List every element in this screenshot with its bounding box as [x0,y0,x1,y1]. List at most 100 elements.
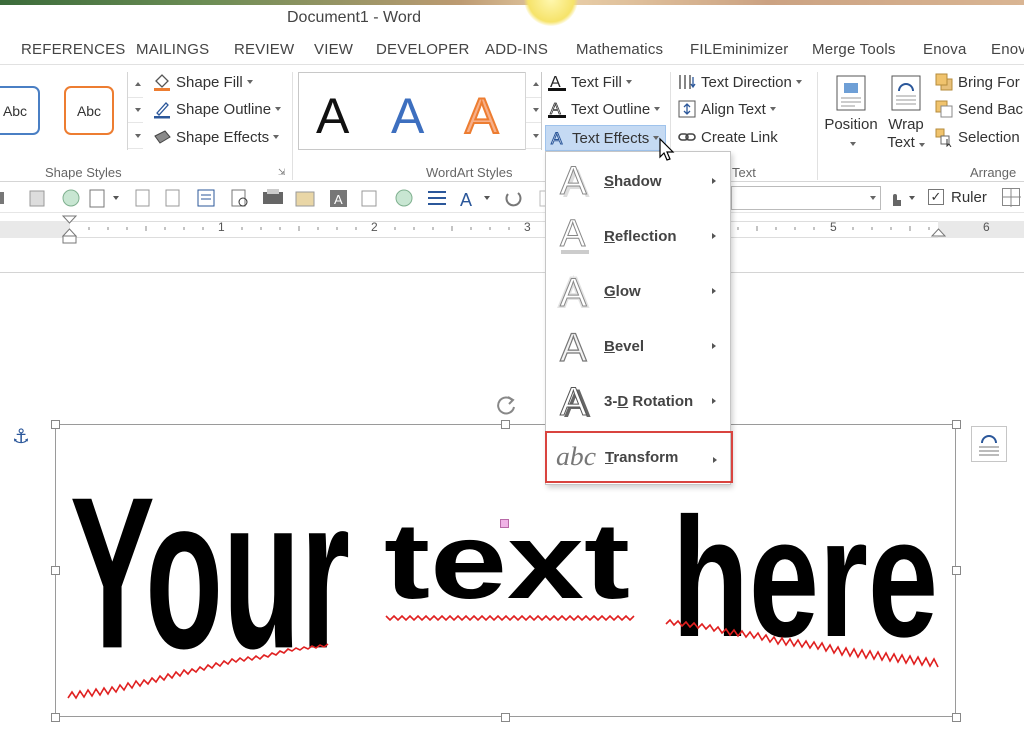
wordart-text-art: Your text here [67,453,939,700]
quick-tool-icon[interactable] [231,189,248,207]
wrap-text-button[interactable]: Wrap Text [882,72,930,158]
tab-mailings[interactable]: MAILINGS [136,41,209,58]
quick-tool-icon[interactable] [89,189,119,208]
scroll-up-icon[interactable] [526,72,541,98]
shape-fill-label: Shape Fill [176,73,243,91]
svg-text:A: A [560,214,586,255]
tab-enov-truncated[interactable]: Enov [991,41,1024,58]
shape-effects-button[interactable]: Shape Effects [152,126,280,148]
wrap-text-label-line1: Wrap [888,116,924,133]
menu-item-3d-rotation[interactable]: AA 3-D Rotation [546,374,730,428]
gallery-more-icon[interactable] [526,123,541,150]
svg-text:A: A [560,159,587,203]
ruler-checkbox[interactable]: ✓ [928,189,944,205]
chevron-down-icon[interactable] [870,196,876,200]
tab-merge-tools[interactable]: Merge Tools [812,41,896,58]
wordart-word-text: text [384,500,630,621]
tab-mathematics[interactable]: Mathematics [576,41,663,58]
quick-tool-icon[interactable] [361,190,377,207]
scroll-down-icon[interactable] [128,98,143,124]
position-label: Position [824,116,878,133]
quick-tool-icon[interactable] [263,189,283,204]
rotate-handle-icon[interactable] [493,392,519,418]
wordart-sample-black[interactable]: A [316,87,349,145]
chevron-down-icon [275,107,282,111]
shape-outline-button[interactable]: Shape Outline [152,98,282,120]
menu-item-label: Reflection [604,227,677,245]
right-indent-marker-icon[interactable] [930,228,947,237]
quick-tool-icon[interactable]: A [460,190,490,210]
scroll-up-icon[interactable] [128,72,143,98]
text-direction-label: Text Direction [701,73,792,91]
wordart-gallery-scroll[interactable] [525,72,541,150]
title-bar-artwork [0,0,1024,5]
text-fill-button[interactable]: A Text Fill [547,71,632,93]
quick-tool-icon[interactable] [428,191,446,205]
shape-style-swatch-blue[interactable]: Abc [0,86,40,135]
menu-item-label: Glow [604,282,641,300]
wordart-sample-orange[interactable]: A [464,87,499,145]
text-direction-button[interactable]: Text Direction [677,71,802,93]
touch-mode-button[interactable] [887,188,919,208]
quick-tool-icon[interactable] [505,192,522,207]
tab-view[interactable]: VIEW [314,41,353,58]
indent-marker-icon[interactable] [61,215,78,244]
title-bar [0,0,1024,36]
chevron-down-icon [654,107,661,111]
bring-forward-button[interactable]: Bring For [934,71,1020,93]
scroll-down-icon[interactable] [526,98,541,124]
quick-tool-icon[interactable] [135,189,150,207]
quick-tool-icon[interactable]: A [330,190,347,207]
menu-item-label: Shadow [604,172,662,190]
chevron-down-icon [918,143,925,147]
glow-icon: AA [546,266,604,316]
combo-box[interactable] [731,186,881,210]
menu-item-reflection[interactable]: A Reflection [546,209,730,263]
quick-tool-icon[interactable] [0,192,4,204]
layout-options-button[interactable] [971,426,1007,462]
quick-tool-icon[interactable] [29,190,45,207]
create-link-button[interactable]: Create Link [677,126,778,148]
shape-styles-gallery-scroll[interactable] [127,72,143,150]
tab-references[interactable]: REFERENCES [21,41,126,58]
ruler-number: 6 [983,220,990,234]
menu-item-shadow[interactable]: AA Shadow [546,154,730,208]
tab-developer[interactable]: DEVELOPER [376,41,470,58]
selection-pane-button[interactable]: Selection [934,126,1020,148]
menu-item-glow[interactable]: AA Glow [546,264,730,318]
quick-tool-icon[interactable] [197,189,215,207]
text-outline-label: Text Outline [571,100,651,118]
selection-pane-icon [934,127,954,148]
send-backward-button[interactable]: Send Back [934,98,1024,120]
text-effects-button[interactable]: A Text Effects [545,125,667,151]
tab-fileminimizer[interactable]: FILEminimizer [690,41,788,58]
ribbon-tabs: REFERENCES MAILINGS REVIEW VIEW DEVELOPE… [0,38,1024,62]
anchor-icon: ⚓ [12,426,30,448]
text-effects-icon: A [548,128,568,149]
quick-tool-icon[interactable] [62,189,80,207]
tab-enova[interactable]: Enova [923,41,967,58]
gallery-more-icon[interactable] [128,123,143,150]
bring-forward-icon [934,72,954,92]
svg-text:A: A [334,192,343,207]
shape-fill-button[interactable]: Shape Fill [152,71,253,93]
wordart-sample-blue[interactable]: A [391,87,424,145]
align-text-button[interactable]: Align Text [677,98,776,120]
group-label-arrange: Arrange [970,165,1017,180]
dialog-launcher-icon[interactable]: ⇲ [278,167,286,178]
quick-tool-icon[interactable] [295,191,315,207]
shape-style-swatch-orange[interactable]: Abc [64,86,114,135]
quick-tool-icon[interactable] [165,189,180,207]
tab-add-ins[interactable]: ADD-INS [485,41,548,58]
position-button[interactable]: Position [822,72,880,158]
ruler-number: 1 [218,220,225,234]
text-effects-menu: AA Shadow A Reflection AA Glow A Bevel A… [545,151,733,485]
submenu-arrow-icon [712,178,716,184]
text-outline-button[interactable]: A Text Outline [547,98,661,120]
tab-review[interactable]: REVIEW [234,41,294,58]
create-link-label: Create Link [701,128,778,146]
menu-item-transform[interactable]: abc Transform [545,431,733,483]
menu-item-bevel[interactable]: A Bevel [546,319,730,373]
gridlines-icon[interactable] [1002,188,1021,207]
quick-tool-icon[interactable] [395,189,413,207]
